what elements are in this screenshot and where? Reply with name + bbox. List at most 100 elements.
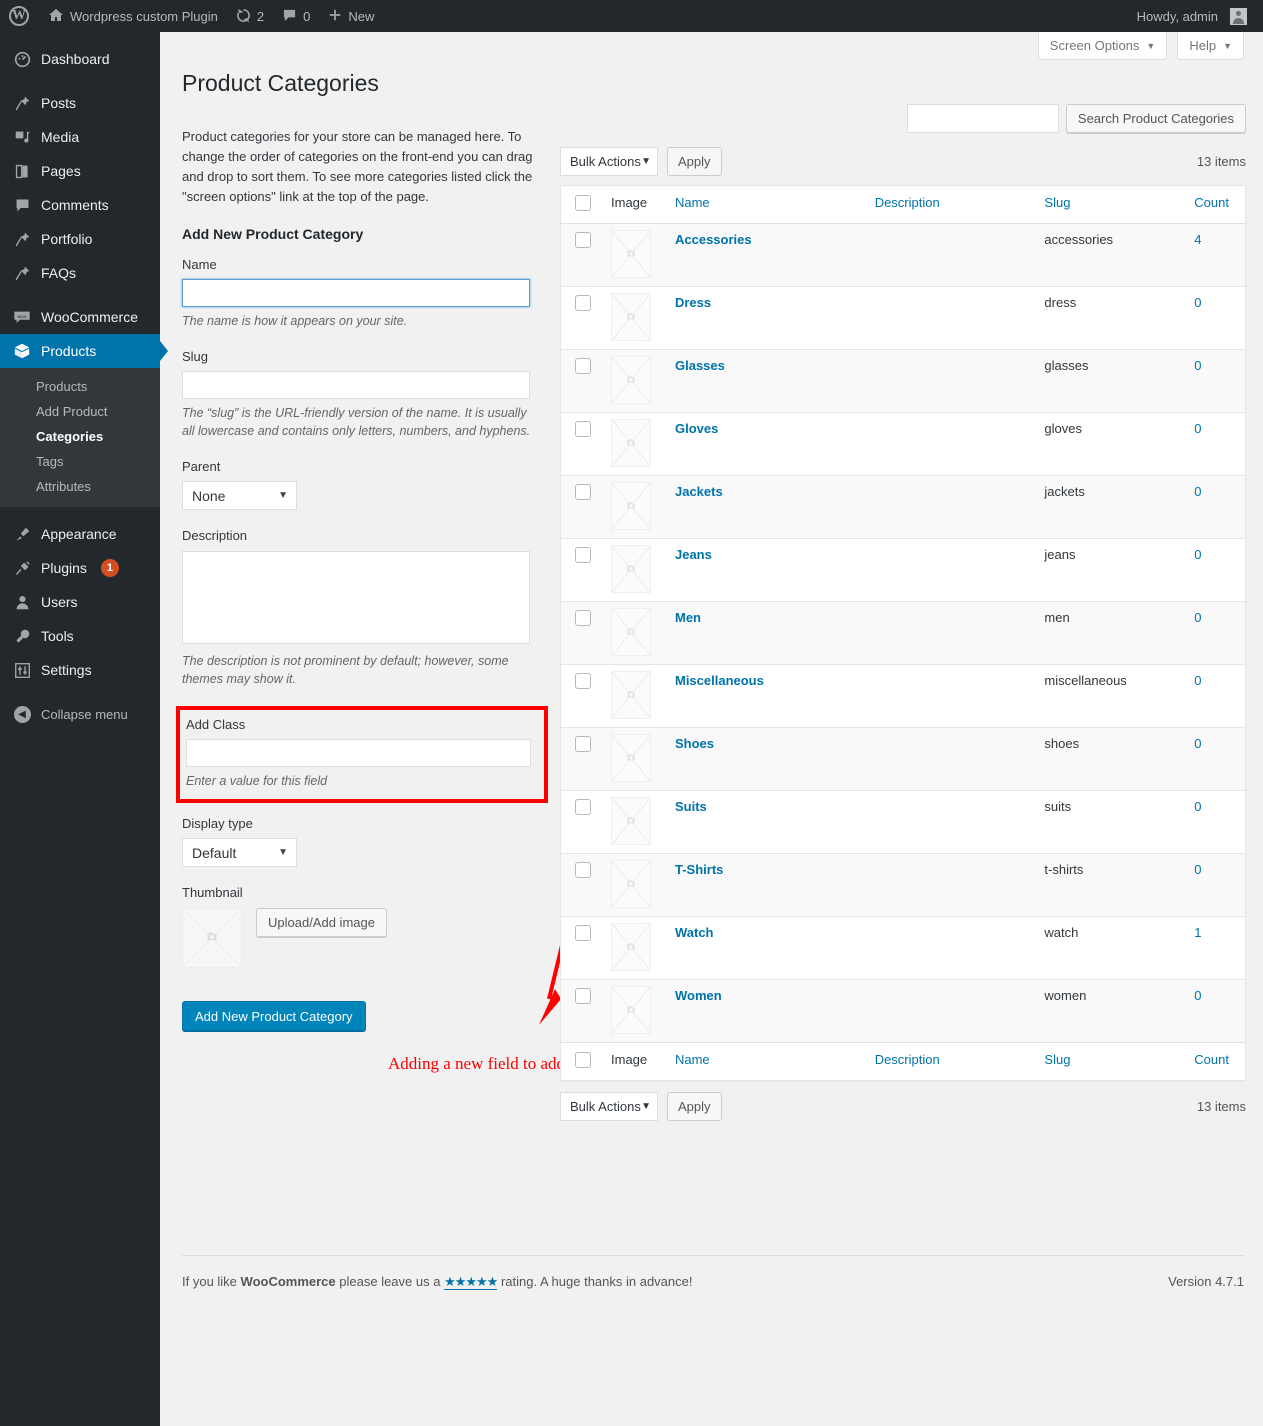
category-count-link[interactable]: 0: [1194, 988, 1201, 1003]
help-button[interactable]: Help ▼: [1177, 32, 1244, 60]
table-row[interactable]: Jackets jackets 0: [560, 475, 1246, 539]
sidebar-item-users[interactable]: Users: [0, 585, 160, 619]
sort-by-description-link[interactable]: Description: [875, 195, 940, 210]
upload-add-image-button[interactable]: Upload/Add image: [256, 908, 387, 938]
row-checkbox[interactable]: [575, 232, 591, 248]
add-new-product-category-button[interactable]: Add New Product Category: [182, 1001, 366, 1032]
submenu-item-categories[interactable]: Categories: [0, 424, 160, 449]
category-name-link[interactable]: T-Shirts: [675, 862, 723, 877]
category-name-link[interactable]: Accessories: [675, 232, 752, 247]
category-name-link[interactable]: Men: [675, 610, 701, 625]
collapse-menu-button[interactable]: ◀ Collapse menu: [0, 697, 160, 731]
category-name-link[interactable]: Shoes: [675, 736, 714, 751]
row-checkbox[interactable]: [575, 295, 591, 311]
row-checkbox[interactable]: [575, 862, 591, 878]
sidebar-item-tools[interactable]: Tools: [0, 619, 160, 653]
comments-button[interactable]: 0: [273, 0, 319, 32]
category-name-link[interactable]: Glasses: [675, 358, 725, 373]
table-row[interactable]: Dress dress 0: [560, 286, 1246, 350]
category-count-link[interactable]: 0: [1194, 547, 1201, 562]
table-row[interactable]: Accessories accessories 4: [560, 223, 1246, 287]
category-name-link[interactable]: Dress: [675, 295, 711, 310]
table-row[interactable]: Watch watch 1: [560, 916, 1246, 980]
row-checkbox[interactable]: [575, 988, 591, 1004]
row-checkbox[interactable]: [575, 925, 591, 941]
sidebar-item-dashboard[interactable]: Dashboard: [0, 42, 160, 76]
bulk-actions-select-bottom[interactable]: Bulk Actions ▼: [560, 1091, 658, 1121]
sort-by-slug-link-footer[interactable]: Slug: [1044, 1052, 1070, 1067]
submenu-item-add-product[interactable]: Add Product: [0, 399, 160, 424]
category-count-link[interactable]: 0: [1194, 421, 1201, 436]
sort-by-name-link[interactable]: Name: [675, 195, 710, 210]
category-name-link[interactable]: Watch: [675, 925, 714, 940]
row-checkbox[interactable]: [575, 484, 591, 500]
category-count-link[interactable]: 4: [1194, 232, 1201, 247]
my-account-button[interactable]: Howdy, admin: [1128, 0, 1263, 32]
sidebar-item-media[interactable]: Media: [0, 120, 160, 154]
sidebar-item-portfolio[interactable]: Portfolio: [0, 222, 160, 256]
category-count-link[interactable]: 1: [1194, 925, 1201, 940]
table-row[interactable]: Men men 0: [560, 601, 1246, 665]
select-all-checkbox-footer[interactable]: [575, 1052, 591, 1068]
sort-by-slug-link[interactable]: Slug: [1044, 195, 1070, 210]
table-row[interactable]: Suits suits 0: [560, 790, 1246, 854]
table-row[interactable]: Shoes shoes 0: [560, 727, 1246, 791]
sidebar-item-pages[interactable]: Pages: [0, 154, 160, 188]
row-checkbox[interactable]: [575, 547, 591, 563]
category-count-link[interactable]: 0: [1194, 736, 1201, 751]
table-row[interactable]: Jeans jeans 0: [560, 538, 1246, 602]
category-name-link[interactable]: Jeans: [675, 547, 712, 562]
table-row[interactable]: Glasses glasses 0: [560, 349, 1246, 413]
category-count-link[interactable]: 0: [1194, 862, 1201, 877]
new-content-button[interactable]: New: [319, 0, 383, 32]
sort-by-description-link-footer[interactable]: Description: [875, 1052, 940, 1067]
slug-input[interactable]: [182, 370, 530, 399]
add-class-input[interactable]: [186, 739, 531, 768]
row-checkbox[interactable]: [575, 736, 591, 752]
category-count-link[interactable]: 0: [1194, 610, 1201, 625]
parent-select[interactable]: None ▼: [182, 481, 297, 511]
sidebar-item-faqs[interactable]: FAQs: [0, 256, 160, 290]
table-row[interactable]: Gloves gloves 0: [560, 412, 1246, 476]
apply-button-top[interactable]: Apply: [667, 146, 722, 176]
updates-button[interactable]: 2: [227, 0, 273, 32]
name-input[interactable]: [182, 278, 530, 307]
table-row[interactable]: Miscellaneous miscellaneous 0: [560, 664, 1246, 728]
screen-options-button[interactable]: Screen Options ▼: [1037, 32, 1168, 60]
display-type-select[interactable]: Default ▼: [182, 838, 297, 868]
bulk-actions-select-top[interactable]: Bulk Actions ▼: [560, 146, 658, 176]
row-checkbox[interactable]: [575, 799, 591, 815]
row-checkbox[interactable]: [575, 421, 591, 437]
row-checkbox[interactable]: [575, 673, 591, 689]
sidebar-item-comments[interactable]: Comments: [0, 188, 160, 222]
site-name-button[interactable]: Wordpress custom Plugin: [39, 0, 227, 32]
sidebar-item-settings[interactable]: Settings: [0, 653, 160, 687]
sort-by-count-link[interactable]: Count: [1194, 195, 1229, 210]
sort-by-name-link-footer[interactable]: Name: [675, 1052, 710, 1067]
table-row[interactable]: Women women 0: [560, 979, 1246, 1043]
sort-by-count-link-footer[interactable]: Count: [1194, 1052, 1229, 1067]
category-count-link[interactable]: 0: [1194, 295, 1201, 310]
category-count-link[interactable]: 0: [1194, 484, 1201, 499]
description-textarea[interactable]: [182, 550, 530, 644]
sidebar-item-appearance[interactable]: Appearance: [0, 517, 160, 551]
search-product-categories-button[interactable]: Search Product Categories: [1065, 104, 1246, 133]
category-count-link[interactable]: 0: [1194, 358, 1201, 373]
submenu-item-products[interactable]: Products: [0, 374, 160, 399]
sidebar-item-plugins[interactable]: Plugins 1: [0, 551, 160, 585]
category-count-link[interactable]: 0: [1194, 799, 1201, 814]
rating-stars-link[interactable]: ★★★★★: [444, 1274, 498, 1290]
row-checkbox[interactable]: [575, 358, 591, 374]
category-name-link[interactable]: Gloves: [675, 421, 718, 436]
apply-button-bottom[interactable]: Apply: [667, 1091, 722, 1121]
wordpress-logo-button[interactable]: W: [0, 0, 39, 32]
submenu-item-attributes[interactable]: Attributes: [0, 474, 160, 499]
category-name-link[interactable]: Women: [675, 988, 722, 1003]
submenu-item-tags[interactable]: Tags: [0, 449, 160, 474]
category-name-link[interactable]: Suits: [675, 799, 707, 814]
category-count-link[interactable]: 0: [1194, 673, 1201, 688]
sidebar-item-woocommerce[interactable]: woo WooCommerce: [0, 300, 160, 334]
search-input[interactable]: [906, 104, 1059, 133]
sidebar-item-posts[interactable]: Posts: [0, 86, 160, 120]
category-name-link[interactable]: Miscellaneous: [675, 673, 764, 688]
